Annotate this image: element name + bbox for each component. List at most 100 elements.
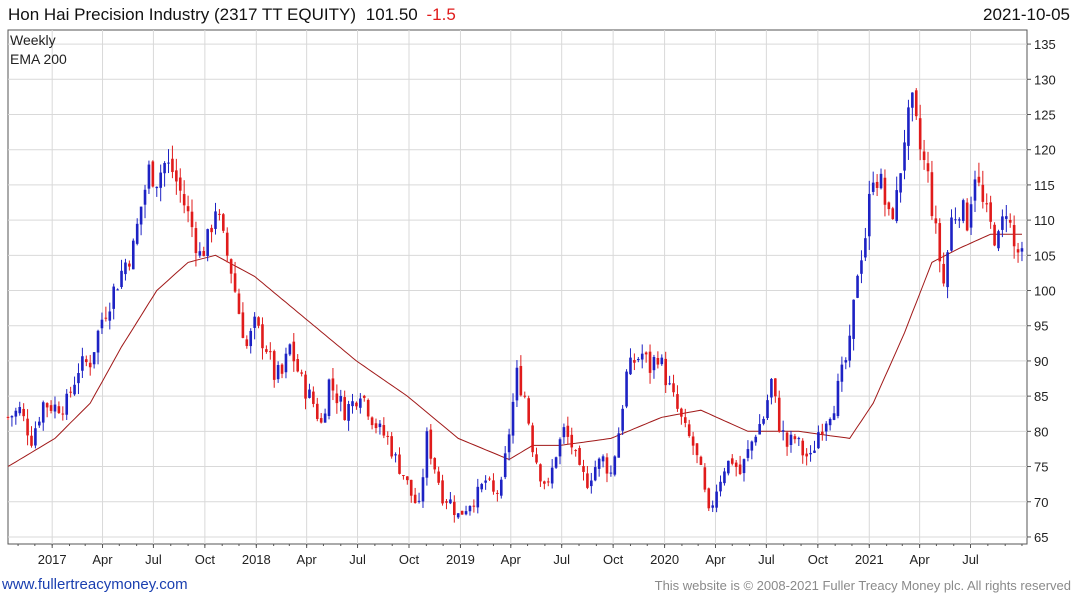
candle-body-up (860, 260, 863, 274)
y-tick-label: 85 (1034, 389, 1048, 404)
candle-body-down (648, 351, 652, 373)
candle-body-up (53, 404, 57, 412)
candle-body-up (288, 344, 292, 355)
candle-body-up (637, 358, 640, 361)
candle-body-down (335, 393, 339, 404)
candle-body-down (578, 448, 581, 465)
candle-body-up (832, 413, 836, 420)
candle-body-up (1001, 216, 1004, 230)
candle-body-down (69, 391, 72, 393)
candle-body-up (425, 431, 429, 478)
candle-body-down (633, 360, 636, 363)
candle-body-down (539, 464, 542, 482)
candle-body-down (922, 151, 926, 161)
candle-body-up (766, 400, 769, 419)
candle-body-down (202, 250, 206, 257)
candle-body-up (394, 454, 397, 456)
x-tick-label: Apr (705, 552, 726, 567)
candle-body-down (390, 436, 393, 457)
candle-body-down (210, 227, 213, 233)
candle-body-down (707, 488, 711, 509)
candle-body-up (100, 319, 104, 329)
candle-body-down (409, 479, 413, 496)
candle-body-down (676, 394, 679, 409)
chart-title: Hon Hai Precision Industry (2317 TT EQUI… (8, 5, 456, 24)
candle-body-down (22, 408, 25, 417)
candle-body-down (821, 431, 824, 435)
candle-body-up (1005, 216, 1008, 219)
candle-body-down (695, 443, 699, 456)
candle-body-up (844, 360, 848, 363)
candle-body-up (601, 456, 605, 462)
candle-body-down (1012, 225, 1016, 247)
candle-body-down (374, 423, 378, 429)
candle-body-up (746, 449, 750, 458)
candle-body-up (499, 479, 503, 496)
candle-body-down (355, 402, 358, 407)
candle-body-up (503, 453, 507, 478)
x-tick-label: Oct (195, 552, 216, 567)
candle-body-down (777, 397, 781, 432)
candle-body-up (139, 206, 143, 225)
candle-body-down (644, 352, 648, 355)
candle-body-up (449, 499, 452, 504)
candle-body-down (265, 349, 268, 352)
candle-body-up (668, 383, 671, 385)
candle-body-down (241, 312, 245, 338)
candle-body-down (413, 494, 417, 503)
candle-body-down (672, 383, 675, 393)
candle-body-up (1020, 248, 1024, 252)
x-tick-label: 2020 (650, 552, 679, 567)
candle-body-down (582, 466, 585, 472)
candle-body-up (997, 231, 1000, 249)
candle-body-down (437, 471, 440, 483)
candle-body-down (366, 399, 370, 417)
candle-body-up (961, 200, 965, 221)
candle-body-up (14, 410, 18, 417)
y-tick-label: 135 (1034, 37, 1056, 52)
candle-body-down (926, 163, 930, 172)
y-tick-label: 105 (1034, 248, 1056, 263)
candle-body-down (128, 263, 131, 267)
candle-body-down (433, 458, 437, 470)
candle-body-up (809, 452, 812, 455)
candle-body-down (1016, 249, 1020, 253)
candle-body-up (715, 491, 718, 508)
candle-body-up (347, 404, 350, 421)
candle-body-down (793, 436, 797, 440)
candle-body-down (488, 478, 491, 480)
candle-body-up (590, 480, 593, 487)
candle-body-up (640, 353, 644, 360)
candle-body-down (178, 177, 182, 191)
candle-body-up (840, 364, 844, 382)
candle-body-down (566, 425, 570, 437)
candle-body-down (257, 317, 260, 326)
candle-body-down (460, 510, 464, 515)
candle-body-up (836, 380, 840, 417)
candle-body-down (182, 194, 186, 206)
candle-body-up (476, 486, 480, 508)
candle-body-down (883, 177, 887, 205)
candle-body-up (112, 286, 116, 309)
x-tick-label: Oct (399, 552, 420, 567)
candle-body-down (734, 462, 738, 467)
x-tick-label: 2018 (242, 552, 271, 567)
candle-body-down (269, 351, 272, 353)
x-axis: 2017 Apr Jul Oct 2018 Apr Jul Oct 2019 Apr Jul Oct 2… (17, 544, 1023, 567)
candle-body-down (445, 501, 448, 503)
x-tick-label: Jul (145, 552, 162, 567)
candle-body-down (453, 501, 456, 516)
candle-body-up (480, 484, 484, 490)
candle-body-down (730, 458, 734, 464)
candle-body-up (92, 352, 96, 365)
candle-body-up (308, 389, 311, 398)
footer-link[interactable]: www.fullertreacymoney.com (2, 576, 188, 593)
candle-body-down (586, 473, 589, 488)
candle-body-up (742, 459, 746, 474)
candle-body-down (942, 263, 945, 284)
candle-body-down (496, 492, 499, 494)
y-axis: 65 70 75 80 85 90 95 100 105 110 115 120 125 130 135 (1027, 37, 1056, 545)
candle-body-up (597, 458, 601, 469)
candle-body-down (49, 405, 53, 411)
candle-body-up (754, 436, 758, 443)
